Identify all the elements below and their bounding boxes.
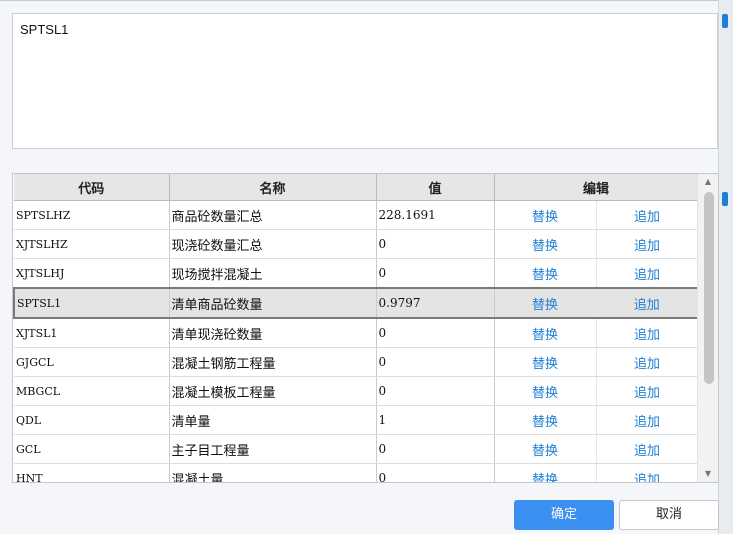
replace-link[interactable]: 替换 bbox=[494, 318, 597, 348]
cell-name: 混凝土量 bbox=[169, 463, 377, 482]
cell-name: 现场搅拌混凝土 bbox=[169, 258, 377, 289]
cell-value: 0 bbox=[376, 463, 495, 482]
background-marker-icon bbox=[722, 192, 728, 206]
cell-code: SPTSLHZ bbox=[14, 200, 170, 230]
table-row[interactable]: SPTSLHZ 商品砼数量汇总 228.1691 替换 追加 bbox=[14, 200, 699, 230]
append-link[interactable]: 追加 bbox=[596, 463, 699, 482]
cancel-button[interactable]: 取消 bbox=[619, 500, 719, 530]
replace-link[interactable]: 替换 bbox=[494, 200, 597, 230]
cell-name: 清单现浇砼数量 bbox=[169, 318, 377, 348]
column-header-value: 值 bbox=[376, 174, 495, 201]
cell-value: 1 bbox=[376, 405, 495, 435]
table-row[interactable]: XJTSL1 清单现浇砼数量 0 替换 追加 bbox=[14, 318, 699, 348]
append-link[interactable]: 追加 bbox=[596, 287, 700, 319]
cell-value: 0 bbox=[376, 258, 495, 289]
expression-editor[interactable]: SPTSL1 bbox=[12, 13, 718, 149]
replace-link[interactable]: 替换 bbox=[494, 405, 597, 435]
cell-code: GCL bbox=[14, 434, 170, 464]
append-link[interactable]: 追加 bbox=[596, 229, 699, 259]
replace-link[interactable]: 替换 bbox=[494, 463, 597, 482]
append-link[interactable]: 追加 bbox=[596, 318, 699, 348]
table-row[interactable]: GJGCL 混凝土钢筋工程量 0 替换 追加 bbox=[14, 347, 699, 377]
table-row[interactable]: QDL 清单量 1 替换 追加 bbox=[14, 405, 699, 435]
cell-name: 混凝土钢筋工程量 bbox=[169, 347, 377, 377]
cell-value: 0 bbox=[376, 229, 495, 259]
append-link[interactable]: 追加 bbox=[596, 405, 699, 435]
append-link[interactable]: 追加 bbox=[596, 434, 699, 464]
replace-link[interactable]: 替换 bbox=[494, 434, 597, 464]
cell-name: 清单商品砼数量 bbox=[169, 287, 377, 319]
append-link[interactable]: 追加 bbox=[596, 347, 699, 377]
column-header-code: 代码 bbox=[14, 174, 170, 201]
table-row[interactable]: GCL 主子目工程量 0 替换 追加 bbox=[14, 434, 699, 464]
cell-value: 0.9797 bbox=[376, 287, 495, 319]
cell-code: QDL bbox=[14, 405, 170, 435]
cell-code: XJTSL1 bbox=[14, 318, 170, 348]
replace-link[interactable]: 替换 bbox=[494, 287, 597, 319]
cell-code: SPTSL1 bbox=[13, 287, 170, 319]
table-header-row: 代码 名称 值 编辑 bbox=[14, 174, 699, 201]
cell-name: 清单量 bbox=[169, 405, 377, 435]
table-row[interactable]: HNT 混凝土量 0 替换 追加 bbox=[14, 463, 699, 482]
table-row[interactable]: SPTSL1 清单商品砼数量 0.9797 替换 追加 bbox=[13, 287, 700, 319]
variable-table: 代码 名称 值 编辑 SPTSLHZ 商品砼数量汇总 228.1691 替换 追加 XJT… bbox=[12, 173, 719, 483]
background-marker-icon bbox=[722, 14, 728, 28]
replace-link[interactable]: 替换 bbox=[494, 229, 597, 259]
replace-link[interactable]: 替换 bbox=[494, 258, 597, 289]
cell-value: 0 bbox=[376, 318, 495, 348]
append-link[interactable]: 追加 bbox=[596, 200, 699, 230]
vertical-scrollbar[interactable]: ▲ ▼ bbox=[697, 174, 718, 482]
replace-link[interactable]: 替换 bbox=[494, 376, 597, 406]
cell-value: 228.1691 bbox=[376, 200, 495, 230]
confirm-button[interactable]: 确定 bbox=[514, 500, 614, 530]
cell-code: HNT bbox=[14, 463, 170, 482]
replace-link[interactable]: 替换 bbox=[494, 347, 597, 377]
scrollbar-thumb[interactable] bbox=[704, 192, 714, 384]
append-link[interactable]: 追加 bbox=[596, 258, 699, 289]
cell-name: 商品砼数量汇总 bbox=[169, 200, 377, 230]
cell-value: 0 bbox=[376, 434, 495, 464]
cell-value: 0 bbox=[376, 376, 495, 406]
table-row[interactable]: XJTSLHZ 现浇砼数量汇总 0 替换 追加 bbox=[14, 229, 699, 259]
table-row[interactable]: XJTSLHJ 现场搅拌混凝土 0 替换 追加 bbox=[14, 258, 699, 289]
column-header-name: 名称 bbox=[169, 174, 377, 201]
scroll-down-arrow-icon[interactable]: ▼ bbox=[698, 466, 718, 482]
cell-name: 现浇砼数量汇总 bbox=[169, 229, 377, 259]
cell-code: MBGCL bbox=[14, 376, 170, 406]
cell-code: XJTSLHJ bbox=[14, 258, 170, 289]
cell-code: XJTSLHZ bbox=[14, 229, 170, 259]
table-row[interactable]: MBGCL 混凝土模板工程量 0 替换 追加 bbox=[14, 376, 699, 406]
background-window-edge bbox=[718, 0, 733, 534]
append-link[interactable]: 追加 bbox=[596, 376, 699, 406]
column-header-edit: 编辑 bbox=[494, 174, 699, 201]
window-top-border bbox=[0, 0, 733, 1]
cell-value: 0 bbox=[376, 347, 495, 377]
cell-name: 主子目工程量 bbox=[169, 434, 377, 464]
cell-name: 混凝土模板工程量 bbox=[169, 376, 377, 406]
scroll-up-arrow-icon[interactable]: ▲ bbox=[698, 174, 718, 190]
cell-code: GJGCL bbox=[14, 347, 170, 377]
